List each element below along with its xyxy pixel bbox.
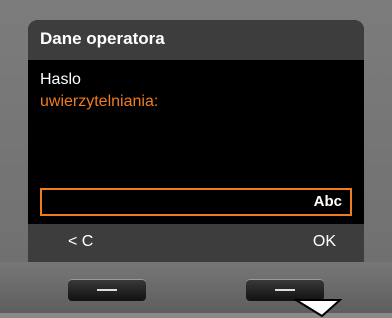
- field-label-line1: Haslo: [40, 71, 81, 88]
- softkey-bar: < C OK: [28, 224, 364, 262]
- left-softkey-button[interactable]: [68, 279, 146, 301]
- arrow-pointer-icon: [294, 299, 342, 318]
- title-bar: Dane operatora: [28, 20, 364, 60]
- field-label-line2: uwierzytelniania:: [40, 93, 159, 110]
- softkey-label-back[interactable]: < C: [68, 233, 93, 251]
- phone-screen: Dane operatora Haslo uwierzytelniania: A…: [28, 20, 364, 262]
- input-mode-indicator: Abc: [313, 193, 342, 210]
- dash-icon: [97, 289, 117, 291]
- dash-icon: [275, 289, 295, 291]
- screen-title: Dane operatora: [40, 29, 165, 48]
- password-input[interactable]: Abc: [40, 188, 352, 216]
- softkey-label-ok[interactable]: OK: [313, 233, 336, 251]
